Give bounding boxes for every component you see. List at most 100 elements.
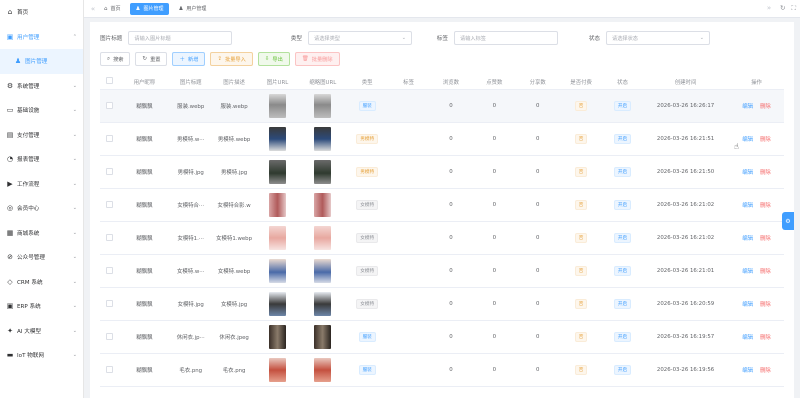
tab-1[interactable]: ♟ 图片管理: [129, 2, 170, 15]
row-checkbox[interactable]: [100, 200, 120, 210]
tabs-prev-icon[interactable]: «: [88, 5, 98, 13]
settings-float-button[interactable]: ⚙: [782, 212, 794, 230]
delete-button[interactable]: 删除: [760, 203, 771, 209]
tag-input[interactable]: 请输入标签: [454, 31, 558, 45]
cell-thumb[interactable]: [299, 226, 346, 250]
sidebar-item-7[interactable]: ▶ 工作流程 ⌄: [0, 172, 83, 197]
title-input[interactable]: 请输入图片标题: [128, 31, 233, 45]
row-checkbox[interactable]: [100, 299, 120, 309]
delete-button[interactable]: 删除: [760, 335, 771, 341]
sidebar-item-4[interactable]: ▭ 基础设施 ⌄: [0, 98, 83, 123]
cell-image[interactable]: [256, 94, 299, 118]
thumbnail-preview[interactable]: [314, 226, 332, 250]
cell-thumb[interactable]: [299, 292, 346, 316]
edit-button[interactable]: 编辑: [742, 269, 753, 275]
sidebar-item-3[interactable]: ⚙ 系统管理 ⌄: [0, 74, 83, 99]
thumbnail-preview[interactable]: [314, 292, 332, 316]
cell-thumb[interactable]: [299, 325, 346, 349]
cell-image[interactable]: [256, 127, 299, 151]
image-preview[interactable]: [268, 193, 286, 217]
sidebar-item-1[interactable]: ▣ 用户管理 ⌃: [0, 25, 83, 50]
reset-button[interactable]: ↻ 重置: [135, 52, 168, 66]
table-row[interactable]: 糊飘飘 女模特1.··· 女模特1.webp 女模特 0 0 0 否 开启 2026-03-26 …: [100, 222, 784, 255]
cell-image[interactable]: [256, 292, 299, 316]
export-button[interactable]: ⇩ 导出: [257, 52, 290, 66]
delete-button[interactable]: 删除: [760, 236, 771, 242]
image-preview[interactable]: [268, 358, 286, 382]
edit-button[interactable]: 编辑: [742, 104, 753, 110]
delete-button[interactable]: 删除: [760, 104, 771, 110]
edit-button[interactable]: 编辑: [742, 170, 753, 176]
image-preview[interactable]: [268, 325, 286, 349]
delete-button[interactable]: 删除: [760, 170, 771, 176]
row-checkbox[interactable]: [100, 332, 120, 342]
thumbnail-preview[interactable]: [314, 94, 332, 118]
cell-image[interactable]: [256, 226, 299, 250]
sidebar-item-8[interactable]: ◎ 会员中心 ⌄: [0, 196, 83, 221]
cell-image[interactable]: [256, 193, 299, 217]
thumbnail-preview[interactable]: [314, 358, 332, 382]
thumbnail-preview[interactable]: [314, 193, 332, 217]
cell-thumb[interactable]: [299, 358, 346, 382]
sidebar-item-9[interactable]: ▦ 商城系统 ⌄: [0, 221, 83, 246]
edit-button[interactable]: 编辑: [742, 203, 753, 209]
sidebar-item-6[interactable]: ◔ 报表管理 ⌄: [0, 147, 83, 172]
edit-button[interactable]: 编辑: [742, 335, 753, 341]
sidebar-item-10[interactable]: ⊘ 公众号管理 ⌄: [0, 245, 83, 270]
cell-thumb[interactable]: [299, 160, 346, 184]
cell-image[interactable]: [256, 259, 299, 283]
tab-0[interactable]: ⌂ 首页: [98, 3, 127, 15]
type-select[interactable]: 请选择类型 ⌄: [308, 31, 412, 45]
add-button[interactable]: ＋新增: [172, 52, 206, 66]
batch-import-button[interactable]: ⇪ 批量导入: [210, 52, 253, 66]
image-preview[interactable]: [268, 292, 286, 316]
delete-button[interactable]: 删除: [760, 137, 771, 143]
delete-button[interactable]: 删除: [760, 269, 771, 275]
image-preview[interactable]: [268, 259, 286, 283]
image-preview[interactable]: [268, 127, 286, 151]
cell-thumb[interactable]: [299, 193, 346, 217]
sidebar-item-12[interactable]: ▣ ERP 系统 ⌄: [0, 294, 83, 319]
thumbnail-preview[interactable]: [314, 127, 332, 151]
fullscreen-icon[interactable]: ⛶: [791, 4, 796, 13]
cell-image[interactable]: [256, 160, 299, 184]
refresh-icon[interactable]: ↻: [780, 4, 785, 13]
table-row[interactable]: 糊飘飘 休闲衣.jp··· 休闲衣.jpeg 服装 0 0 0 否 开启 2026-03-26 1…: [100, 321, 784, 354]
thumbnail-preview[interactable]: [314, 160, 332, 184]
image-preview[interactable]: [268, 160, 286, 184]
cell-image[interactable]: [256, 325, 299, 349]
select-all-checkbox[interactable]: [100, 77, 120, 86]
delete-button[interactable]: 删除: [760, 368, 771, 374]
row-checkbox[interactable]: [100, 134, 120, 144]
table-row[interactable]: 糊飘飘 男模特.w··· 男模特.webp 男模特 0 0 0 否 开启 2026-03-26 1…: [100, 123, 784, 156]
table-row[interactable]: 糊飘飘 女模特.jpg 女模特.jpg 女模特 0 0 0 否 开启 2026-03-26 16:…: [100, 288, 784, 321]
table-row[interactable]: 糊飘飘 女模特合··· 女模特合影.w 女模特 0 0 0 否 开启 2026-03-26 16:…: [100, 189, 784, 222]
edit-button[interactable]: 编辑: [742, 137, 753, 143]
table-row[interactable]: 糊飘飘 服装.webp 服装.webp 服装 0 0 0 否 开启 2026-03-26 16:2…: [100, 90, 784, 123]
edit-button[interactable]: 编辑: [742, 368, 753, 374]
search-button[interactable]: ⌕ 搜索: [100, 52, 131, 66]
sidebar-item-5[interactable]: ▤ 支付管理 ⌄: [0, 123, 83, 148]
table-row[interactable]: 糊飘飘 男模特.jpg 男模特.jpg 男模特 0 0 0 否 开启 2026-03-26 16:…: [100, 156, 784, 189]
row-checkbox[interactable]: [100, 167, 120, 177]
batch-delete-button[interactable]: 🗑 批量删除: [294, 52, 340, 66]
thumbnail-preview[interactable]: [314, 259, 332, 283]
row-checkbox[interactable]: [100, 233, 120, 243]
sidebar-item-13[interactable]: ✦ AI 大模型 ⌄: [0, 319, 83, 344]
sidebar-item-2[interactable]: ♟ 图片管理: [0, 49, 83, 74]
tab-2[interactable]: ♟ 用户管理: [172, 3, 212, 15]
status-select[interactable]: 请选择状态 ⌄: [606, 31, 710, 45]
edit-button[interactable]: 编辑: [742, 302, 753, 308]
cell-thumb[interactable]: [299, 94, 346, 118]
row-checkbox[interactable]: [100, 266, 120, 276]
delete-button[interactable]: 删除: [760, 302, 771, 308]
thumbnail-preview[interactable]: [314, 325, 332, 349]
row-checkbox[interactable]: [100, 365, 120, 375]
table-row[interactable]: 糊飘飘 毛衣.png 毛衣.png 服装 0 0 0 否 开启 2026-03-26 16:19:…: [100, 354, 784, 387]
image-preview[interactable]: [268, 226, 286, 250]
edit-button[interactable]: 编辑: [742, 236, 753, 242]
sidebar-item-14[interactable]: ▬ IoT 物联网 ⌄: [0, 343, 83, 368]
sidebar-item-11[interactable]: ◇ CRM 系统 ⌄: [0, 270, 83, 295]
cell-thumb[interactable]: [299, 127, 346, 151]
table-row[interactable]: 糊飘飘 女模特.w··· 女模特.webp 女模特 0 0 0 否 开启 2026-03-26 1…: [100, 255, 784, 288]
